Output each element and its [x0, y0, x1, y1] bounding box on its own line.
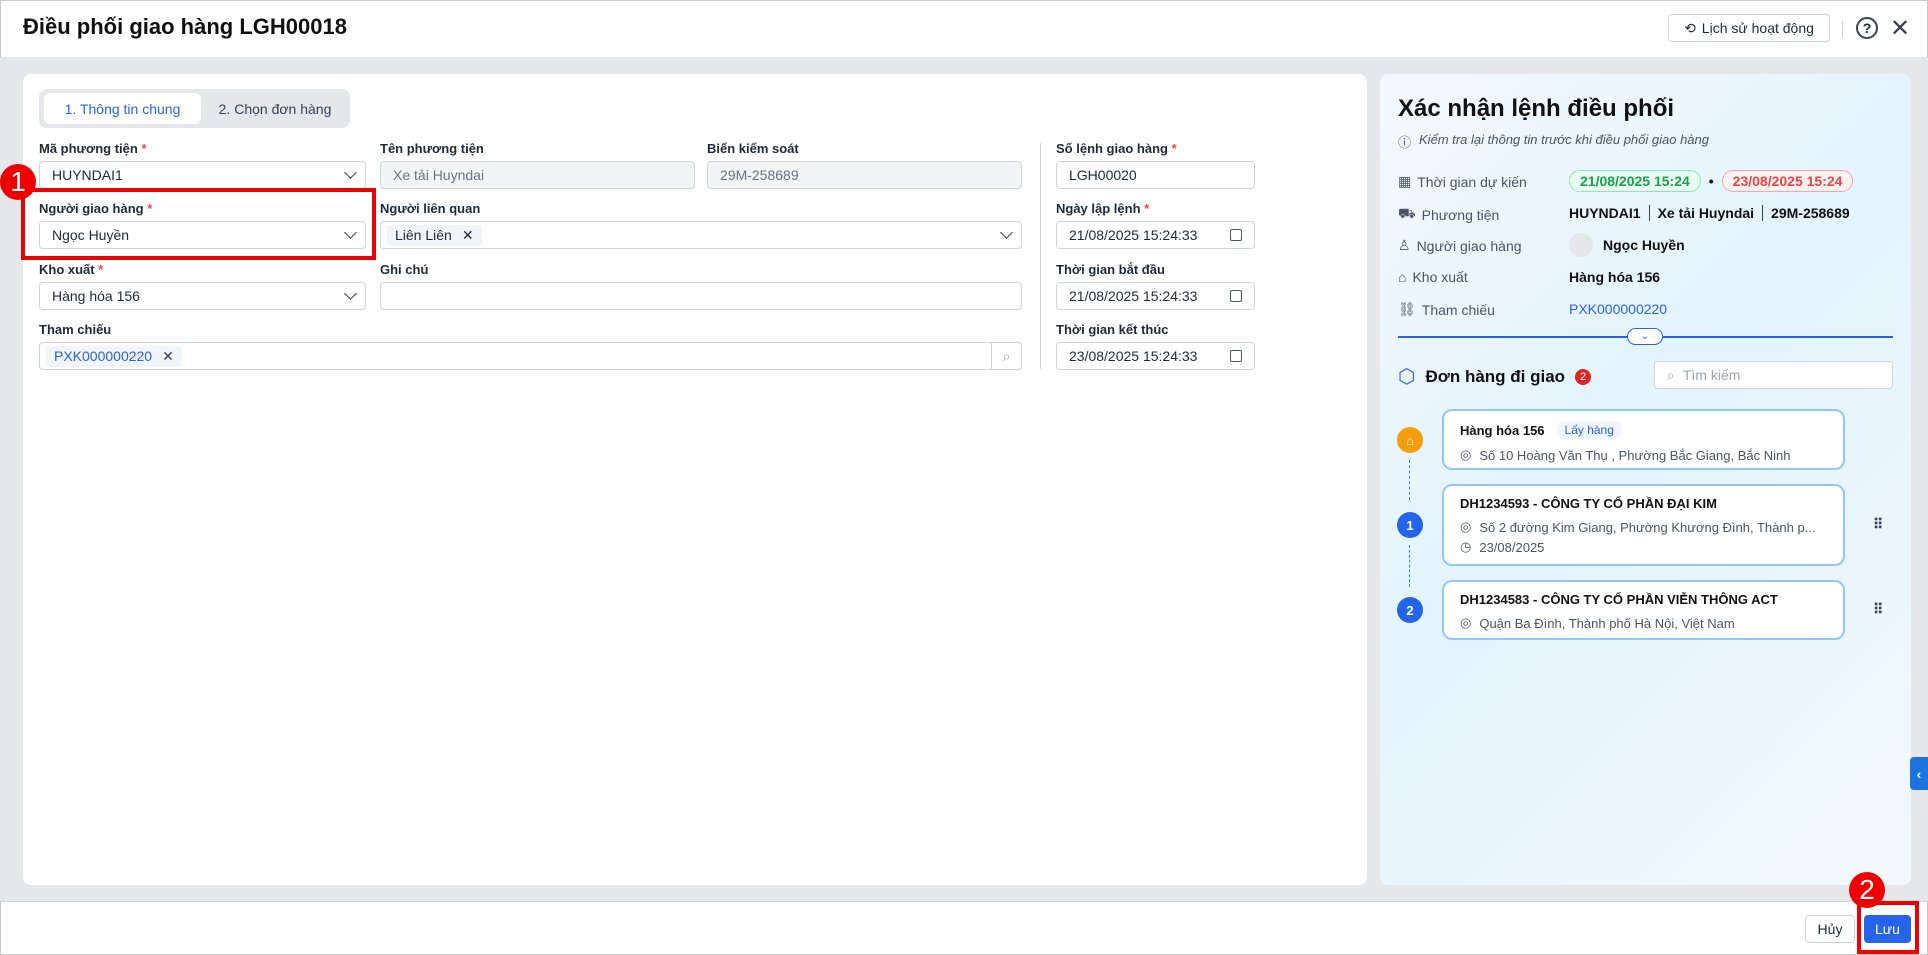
annotation-badge-1: 1 — [0, 164, 36, 200]
history-icon: ⟲ — [1684, 19, 1696, 36]
warehouse-icon: ⌂ — [1397, 427, 1423, 453]
warehouse-icon: ⌂ — [1398, 269, 1407, 285]
location-icon: ◎ — [1460, 615, 1472, 630]
annotation-box-1 — [21, 188, 376, 260]
order-no-input[interactable]: LGH00020 — [1056, 161, 1255, 189]
location-icon: ◎ — [1460, 447, 1472, 462]
order-search-input[interactable]: ⌕ Tìm kiếm — [1654, 361, 1893, 389]
remove-tag-icon[interactable]: ✕ — [162, 348, 174, 365]
search-icon: ⌕ — [1667, 366, 1675, 383]
activity-history-button[interactable]: ⟲ Lịch sử hoạt động — [1668, 14, 1830, 42]
note-input[interactable] — [380, 282, 1022, 310]
truck-icon: ⛟ — [1398, 205, 1416, 221]
order-index: 2 — [1397, 597, 1423, 623]
calendar-icon: ▦ — [1398, 173, 1412, 189]
collapse-panel-icon[interactable]: ‹ — [1910, 757, 1928, 790]
related-tag: Liên Liên ✕ — [387, 224, 482, 246]
clock-icon: ◷ — [1460, 539, 1472, 554]
warehouse-value: Hàng hóa 156 — [1569, 269, 1661, 285]
start-time-label: Thời gian bắt đầu — [1056, 262, 1165, 277]
tab-general-info[interactable]: 1. Thông tin chung — [44, 93, 201, 124]
tab-select-orders[interactable]: 2. Chọn đơn hàng — [205, 93, 345, 124]
column-divider — [1040, 143, 1041, 369]
timeline-connector — [1409, 460, 1410, 500]
footer — [0, 901, 1928, 955]
reference-input[interactable]: PXK000000220 ✕ ⌕ — [39, 342, 1022, 370]
annotation-box-2 — [1857, 901, 1919, 954]
vehicle-name-input[interactable]: Xe tải Huyndai — [380, 161, 695, 189]
confirm-panel — [1380, 74, 1911, 885]
link-icon: ⛓ — [1398, 301, 1416, 317]
remove-tag-icon[interactable]: ✕ — [462, 227, 474, 244]
avatar — [1569, 233, 1593, 257]
note-label: Ghi chú — [380, 262, 429, 277]
order-no-label: Số lệnh giao hàng * — [1056, 141, 1177, 156]
help-icon[interactable]: ? — [1856, 17, 1878, 39]
orders-header: ⬡ Đơn hàng đi giao 2 — [1398, 364, 1592, 389]
drag-handle-icon[interactable]: ⠿ — [1873, 516, 1883, 533]
order-index: 1 — [1397, 512, 1423, 538]
timeline-connector — [1409, 545, 1410, 587]
end-time-label: Thời gian kết thúc — [1056, 322, 1169, 337]
panel-title: Xác nhận lệnh điều phối — [1398, 95, 1675, 122]
vehicle-row-label: ⛟ Phương tiện — [1398, 205, 1500, 223]
tabs: 1. Thông tin chung 2. Chọn đơn hàng — [39, 89, 350, 128]
reference-label: Tham chiếu — [39, 322, 112, 337]
calendar-icon[interactable] — [1230, 290, 1242, 302]
shipper-row-label: ♙ Người giao hàng — [1398, 237, 1522, 254]
user-icon: ♙ — [1398, 237, 1411, 253]
related-label: Người liên quan — [380, 201, 481, 216]
shipper-value: Ngọc Huyền — [1569, 233, 1685, 257]
pickup-card[interactable]: Hàng hóa 156 Lấy hàng ◎ Số 10 Hoàng Văn Th… — [1442, 409, 1845, 470]
calendar-icon[interactable] — [1230, 350, 1242, 362]
history-label: Lịch sử hoạt động — [1701, 20, 1814, 36]
order-card[interactable]: DH1234583 - CÔNG TY CỔ PHẦN VIỄN THÔNG A… — [1442, 580, 1845, 640]
info-icon: ⓘ — [1398, 135, 1412, 150]
count-badge: 2 — [1575, 368, 1592, 385]
expand-chevron-icon[interactable]: ⌄ — [1627, 328, 1663, 345]
order-card[interactable]: DH1234593 - CÔNG TY CỔ PHẦN ĐẠI KIM ◎ Số … — [1442, 484, 1845, 566]
box-icon: ⬡ — [1398, 366, 1416, 388]
chevron-down-icon — [344, 287, 357, 300]
calendar-icon[interactable] — [1230, 229, 1242, 241]
chevron-down-icon — [344, 166, 357, 179]
plate-input[interactable]: 29M-258689 — [707, 161, 1022, 189]
location-icon: ◎ — [1460, 519, 1472, 534]
drag-handle-icon[interactable]: ⠿ — [1873, 601, 1883, 618]
vehicle-name-label: Tên phương tiện — [380, 141, 484, 156]
pickup-tag: Lấy hàng — [1556, 421, 1622, 439]
created-label: Ngày lập lệnh * — [1056, 201, 1150, 216]
annotation-badge-2: 2 — [1849, 872, 1885, 908]
end-time-pill: 23/08/2025 15:24 — [1721, 170, 1854, 192]
start-time-input[interactable]: 21/08/2025 15:24:33 — [1056, 282, 1255, 310]
panel-subtitle: ⓘ Kiểm tra lại thông tin trước khi điều p… — [1398, 132, 1710, 150]
time-values: 21/08/2025 15:24 • 23/08/2025 15:24 — [1569, 170, 1854, 192]
reference-tag: PXK000000220 ✕ — [46, 345, 182, 367]
close-icon[interactable]: ✕ — [1890, 14, 1910, 43]
plate-label: Biển kiểm soát — [707, 141, 799, 156]
chevron-down-icon — [1000, 226, 1013, 239]
warehouse-select[interactable]: Hàng hóa 156 — [39, 282, 366, 310]
start-time-pill: 21/08/2025 15:24 — [1569, 170, 1701, 192]
vehicle-code-select[interactable]: HUYNDAI1 — [39, 161, 366, 189]
vehicle-code-label: Mã phương tiện * — [39, 141, 147, 156]
warehouse-row-label: ⌂ Kho xuất — [1398, 269, 1468, 285]
page-title: Điều phối giao hàng LGH00018 — [23, 14, 347, 39]
reference-link[interactable]: PXK000000220 — [1569, 301, 1667, 317]
warehouse-label: Kho xuất * — [39, 262, 104, 277]
created-date-input[interactable]: 21/08/2025 15:24:33 — [1056, 221, 1255, 249]
end-time-input[interactable]: 23/08/2025 15:24:33 — [1056, 342, 1255, 370]
vehicle-values: HUYNDAI1 Xe tải Huyndai 29M-258689 — [1569, 205, 1850, 221]
time-row-label: ▦ Thời gian dự kiến — [1398, 173, 1527, 190]
reference-row-label: ⛓ Tham chiếu — [1398, 301, 1495, 318]
related-select[interactable]: Liên Liên ✕ — [380, 221, 1022, 249]
search-icon[interactable]: ⌕ — [991, 343, 1021, 369]
cancel-button[interactable]: Hủy — [1805, 915, 1855, 943]
divider — [1842, 20, 1843, 38]
